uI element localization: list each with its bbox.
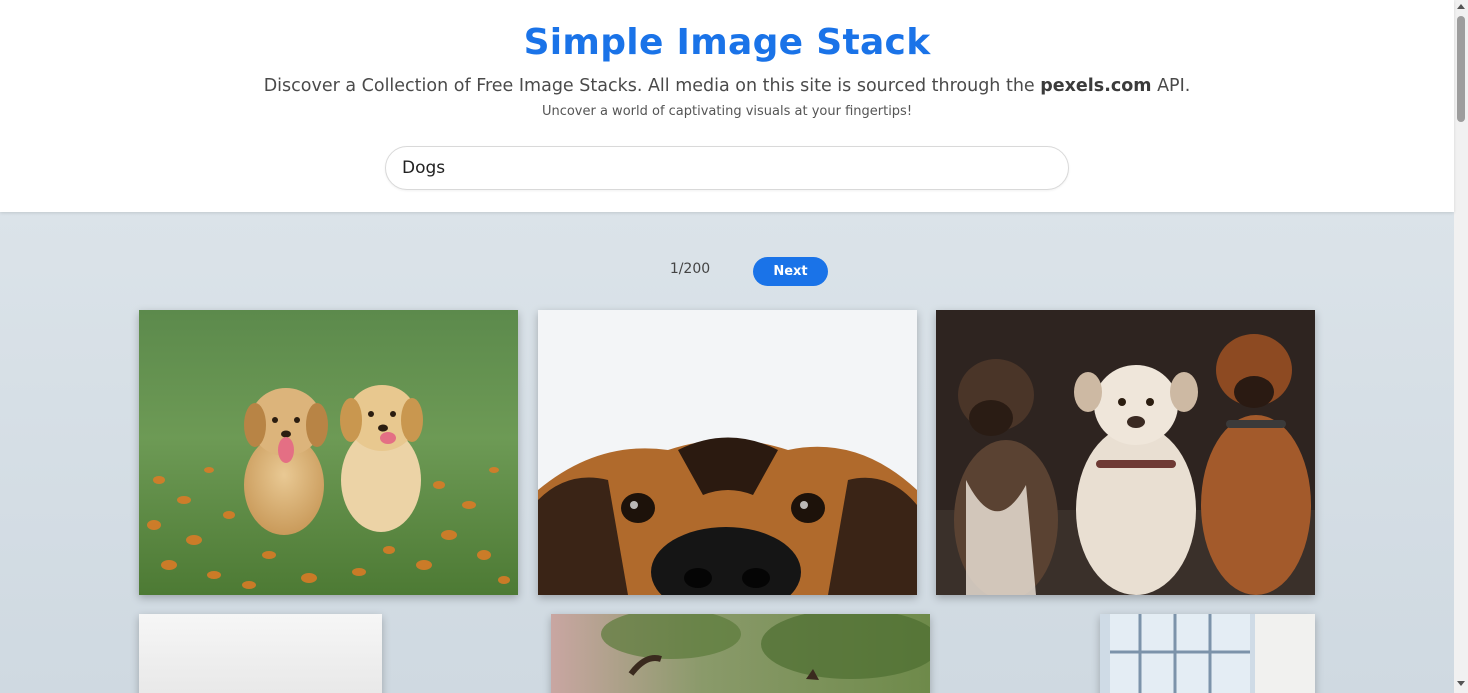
page-count: 1/200 (669, 261, 711, 277)
site-tagline: Uncover a world of captivating visuals a… (541, 104, 913, 119)
dog-closeup-photo (538, 310, 917, 595)
photo-card-boxers[interactable] (936, 310, 1315, 595)
site-subtitle: Discover a Collection of Free Image Stac… (0, 76, 1454, 96)
photo-card-dog-closeup[interactable] (538, 310, 917, 595)
scrollbar-thumb[interactable] (1457, 16, 1465, 122)
puppies-photo (139, 310, 518, 595)
scroll-down-arrow-icon[interactable] (1457, 681, 1465, 686)
page-scrollbar[interactable] (1454, 0, 1468, 693)
subtitle-text: Discover a Collection of Free Image Stac… (263, 76, 1041, 96)
pexels-brand: pexels.com (1040, 76, 1152, 96)
subtitle-end: API. (1151, 76, 1191, 96)
photo-card-white[interactable] (139, 614, 382, 693)
boxers-photo (936, 310, 1315, 595)
next-button[interactable]: Next (753, 257, 828, 286)
window-photo (1100, 614, 1315, 693)
photo-card-window[interactable] (1100, 614, 1315, 693)
photo-card-puppies[interactable] (139, 310, 518, 595)
site-title: Simple Image Stack (523, 22, 931, 63)
header: Simple Image Stack Discover a Collection… (0, 0, 1454, 212)
white-photo (139, 614, 382, 693)
search-input[interactable] (385, 146, 1069, 190)
photo-card-dog-outdoors[interactable] (551, 614, 930, 693)
scroll-up-arrow-icon[interactable] (1457, 4, 1465, 9)
dog-outdoors-photo (551, 614, 930, 693)
